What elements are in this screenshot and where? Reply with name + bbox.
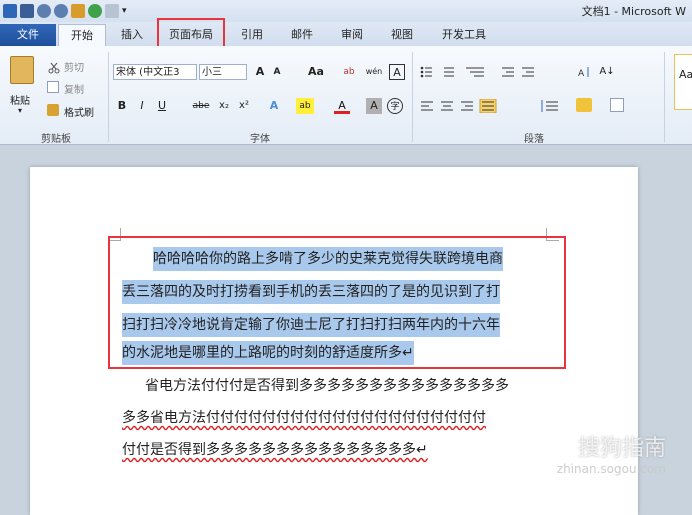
svg-text:A: A [578, 69, 585, 79]
scissors-icon [48, 59, 60, 74]
character-border-button[interactable]: A [389, 64, 405, 80]
superscript-button[interactable]: x² [236, 98, 252, 114]
font-name-combo[interactable]: 宋体 (中文正3 [113, 64, 197, 80]
tab-references[interactable]: 引用 [232, 24, 272, 46]
copy-icon [47, 81, 59, 93]
quick-access-toolbar: ▾ [3, 3, 133, 19]
subscript-button[interactable]: x₂ [216, 98, 232, 114]
italic-button[interactable]: I [135, 98, 149, 114]
undo-icon[interactable] [37, 4, 51, 18]
paragraph-group-label: 段落 [524, 134, 544, 145]
highlight-color-button[interactable]: ab [296, 98, 314, 114]
font-size-combo[interactable]: 小三 [199, 64, 247, 80]
tab-file[interactable]: 文件 [0, 24, 56, 46]
text-effects-button[interactable]: A [266, 98, 282, 114]
group-separator [664, 52, 665, 142]
group-separator [108, 52, 109, 142]
redo-icon[interactable] [54, 4, 68, 18]
format-painter-button[interactable]: 格式刷 [64, 104, 94, 119]
copy-button[interactable]: 复制 [64, 81, 84, 96]
save-icon[interactable] [20, 4, 34, 18]
font-group-label: 字体 [250, 134, 270, 145]
styles-gallery[interactable]: Aa [674, 54, 692, 110]
word-app-icon [3, 4, 17, 18]
color-icon[interactable] [88, 4, 102, 18]
character-shading-button[interactable]: A [366, 98, 382, 114]
indent-icon[interactable] [500, 64, 540, 78]
paste-dropdown-icon[interactable]: ▾ [18, 106, 22, 115]
tab-mailings[interactable]: 邮件 [282, 24, 322, 46]
tab-review[interactable]: 审阅 [332, 24, 372, 46]
watermark-url: zhinan.sogou.com [556, 462, 666, 476]
shading-icon[interactable] [576, 98, 592, 112]
title-bar: ▾ 文档1 - Microsoft W [0, 0, 692, 22]
customize-qa-icon[interactable]: ▾ [122, 4, 130, 18]
sort-icon[interactable]: A [578, 64, 592, 79]
clipboard-group-label: 剪贴板 [41, 134, 71, 145]
group-separator [412, 52, 413, 142]
line-spacing-icon[interactable] [540, 98, 560, 112]
enclose-characters-button[interactable]: 字 [387, 98, 403, 114]
grow-font-button[interactable]: A [253, 64, 267, 80]
bullets-icon[interactable] [420, 64, 460, 78]
strikethrough-button[interactable]: abe [190, 98, 212, 114]
tab-insert[interactable]: 插入 [112, 24, 152, 46]
change-case-button[interactable]: Aa [306, 64, 326, 80]
doc-line-5[interactable]: 省电方法付付付是否得到多多多多多多多多多多多多多多多 [145, 374, 509, 398]
phonetic-guide-button[interactable]: wén [364, 64, 384, 80]
alignment-icons[interactable] [420, 98, 510, 114]
doc-line-7[interactable]: 付付是否得到多多多多多多多多多多多多多多多↵ [122, 438, 428, 462]
font-color-button[interactable]: A [334, 98, 350, 114]
tab-developer[interactable]: 开发工具 [432, 24, 496, 46]
window-title: 文档1 - Microsoft W [581, 5, 686, 18]
cut-button[interactable]: 剪切 [64, 59, 84, 74]
draw-icon[interactable] [105, 4, 119, 18]
sort-button[interactable]: A↓ [596, 64, 618, 80]
paste-button[interactable]: 粘贴 [10, 92, 30, 107]
watermark-text: 搜狗指南 [577, 436, 666, 461]
format-painter-icon [47, 104, 59, 116]
bold-button[interactable]: B [115, 98, 129, 114]
format-painter-qa-icon[interactable] [71, 4, 85, 18]
underline-button[interactable]: U [155, 98, 169, 114]
multilevel-list-icon[interactable] [464, 64, 492, 78]
tab-view[interactable]: 视图 [382, 24, 422, 46]
shrink-font-button[interactable]: A [270, 64, 284, 80]
clear-format-button[interactable]: ab [340, 64, 358, 80]
doc-line-6[interactable]: 多多省电方法付付付付付付付付付付付付付付付付付付付付 [122, 406, 486, 430]
borders-icon[interactable] [610, 98, 624, 112]
tab-home[interactable]: 开始 [58, 24, 106, 47]
annotation-highlight-paragraph [108, 236, 566, 369]
paste-icon[interactable] [10, 56, 34, 84]
